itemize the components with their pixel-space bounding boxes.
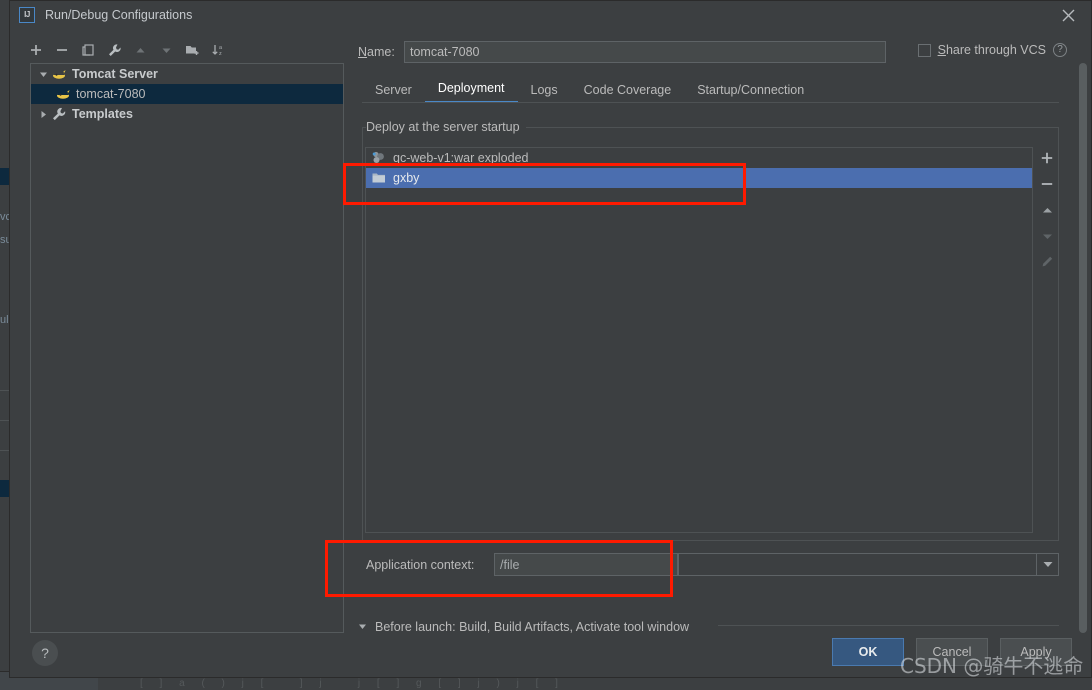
tab-deployment[interactable]: Deployment bbox=[424, 81, 518, 103]
move-deployment-up-button[interactable] bbox=[1037, 200, 1057, 220]
tree-item-tomcat-server[interactable]: Tomcat Server bbox=[31, 64, 343, 84]
tab-server[interactable]: Server bbox=[362, 83, 425, 103]
share-vcs-mnemonic: S bbox=[937, 43, 946, 57]
name-label-rest: ame: bbox=[367, 45, 395, 59]
application-context-input[interactable] bbox=[494, 553, 678, 576]
scrollbar-thumb[interactable] bbox=[1079, 63, 1087, 633]
copy-configuration-button[interactable] bbox=[76, 38, 100, 62]
bg-text-fragment: ul bbox=[0, 314, 9, 326]
screen: vc su ul [ ] a ( ) j [ ] j j [ ] g [ ] j… bbox=[0, 0, 1092, 690]
remove-deployment-button[interactable] bbox=[1037, 174, 1057, 194]
add-deployment-button[interactable] bbox=[1037, 148, 1057, 168]
dialog-title: Run/Debug Configurations bbox=[45, 8, 193, 22]
triangle-right-icon[interactable] bbox=[35, 110, 51, 119]
bg-selected-row bbox=[0, 480, 9, 497]
tree-item-templates[interactable]: Templates bbox=[31, 104, 343, 124]
tomcat-icon bbox=[51, 66, 67, 82]
tabs-divider bbox=[362, 102, 1059, 103]
application-context-label: Application context: bbox=[366, 558, 475, 572]
intellij-logo-icon: IJ bbox=[19, 7, 35, 23]
move-up-button[interactable] bbox=[128, 38, 152, 62]
folder-add-icon[interactable] bbox=[180, 38, 204, 62]
tab-startup-connection[interactable]: Startup/Connection bbox=[684, 83, 817, 103]
sort-az-icon[interactable]: a z bbox=[206, 38, 230, 62]
configurations-tree[interactable]: Tomcat Server tomcat-7080 Templates bbox=[30, 63, 344, 633]
bg-divider bbox=[0, 390, 9, 391]
bg-selected-row bbox=[0, 168, 9, 185]
move-down-button[interactable] bbox=[154, 38, 178, 62]
tree-item-label: tomcat-7080 bbox=[76, 87, 146, 101]
list-item-label: gxby bbox=[393, 171, 420, 185]
artifact-icon bbox=[371, 150, 387, 166]
cancel-button[interactable]: Cancel bbox=[916, 638, 988, 666]
tab-logs[interactable]: Logs bbox=[518, 83, 571, 103]
bg-divider bbox=[0, 420, 9, 421]
configurations-toolbar: a z bbox=[24, 37, 344, 63]
tree-item-label: Tomcat Server bbox=[72, 67, 158, 81]
dialog-button-bar: ? OK Cancel Apply bbox=[10, 631, 1091, 677]
wrench-icon[interactable] bbox=[102, 38, 126, 62]
wrench-icon bbox=[51, 106, 67, 122]
name-label-mnemonic: N bbox=[358, 45, 368, 59]
list-item-label: qc-web-v1:war exploded bbox=[393, 151, 529, 165]
add-configuration-button[interactable] bbox=[24, 38, 48, 62]
ok-button[interactable]: OK bbox=[832, 638, 904, 666]
deployment-group-label: Deploy at the server startup bbox=[366, 120, 526, 134]
name-label: Name: bbox=[358, 45, 404, 59]
bg-divider bbox=[0, 450, 9, 451]
help-button[interactable]: ? bbox=[32, 640, 58, 666]
share-vcs-label[interactable]: Share through VCS bbox=[938, 43, 1046, 57]
name-input[interactable] bbox=[404, 41, 886, 63]
before-launch-divider bbox=[718, 625, 1059, 626]
application-context-combo[interactable] bbox=[678, 553, 1059, 576]
tab-code-coverage[interactable]: Code Coverage bbox=[571, 83, 685, 103]
list-item[interactable]: gxby bbox=[366, 168, 1032, 188]
svg-text:z: z bbox=[219, 51, 222, 57]
run-debug-configurations-dialog: IJ Run/Debug Configurations a z Tomcat S… bbox=[9, 0, 1092, 678]
deployment-list[interactable]: qc-web-v1:war exploded gxby bbox=[365, 147, 1033, 533]
content-scrollbar[interactable] bbox=[1078, 63, 1088, 633]
folder-icon bbox=[371, 170, 387, 186]
tomcat-icon bbox=[55, 86, 71, 102]
deployment-side-toolbar bbox=[1036, 148, 1058, 272]
name-row: Name: bbox=[358, 41, 886, 63]
remove-configuration-button[interactable] bbox=[50, 38, 74, 62]
settings-tabs: Server Deployment Logs Code Coverage Sta… bbox=[362, 77, 817, 103]
move-deployment-down-button[interactable] bbox=[1037, 226, 1057, 246]
list-item[interactable]: qc-web-v1:war exploded bbox=[366, 148, 1032, 168]
tree-item-label: Templates bbox=[72, 107, 133, 121]
dialog-titlebar: IJ Run/Debug Configurations bbox=[10, 1, 1091, 29]
question-mark-icon[interactable]: ? bbox=[1053, 43, 1067, 57]
apply-button[interactable]: Apply bbox=[1000, 638, 1072, 666]
tree-item-tomcat-7080[interactable]: tomcat-7080 bbox=[31, 84, 343, 104]
share-through-vcs-row: Share through VCS ? bbox=[917, 43, 1067, 57]
share-vcs-label-rest: hare through VCS bbox=[945, 43, 1046, 57]
close-icon[interactable] bbox=[1045, 1, 1091, 29]
triangle-down-icon[interactable] bbox=[35, 70, 51, 79]
share-vcs-checkbox[interactable] bbox=[917, 43, 931, 57]
ide-bottom-code-text: [ ] a ( ) j [ ] j j [ ] g [ ] j ) j [ ] bbox=[140, 678, 565, 689]
pencil-icon[interactable] bbox=[1037, 252, 1057, 272]
chevron-down-icon[interactable] bbox=[1036, 554, 1058, 575]
